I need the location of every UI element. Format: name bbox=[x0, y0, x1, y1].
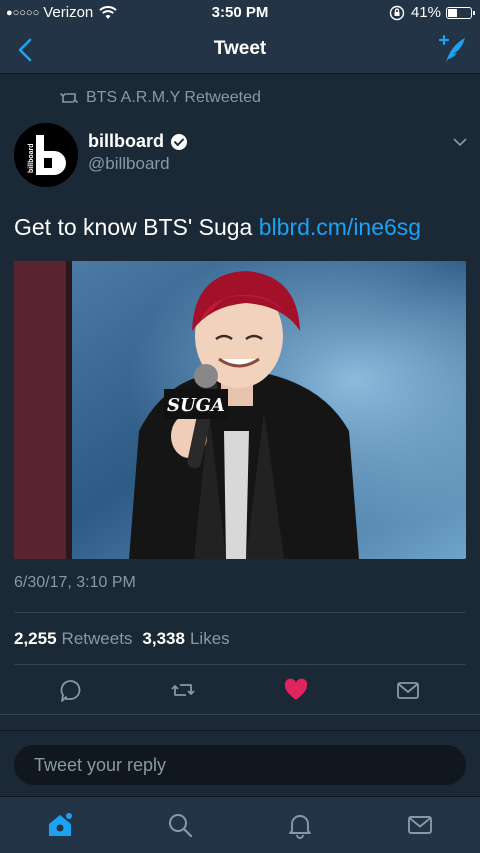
avatar-wordmark: billboard bbox=[28, 143, 35, 173]
retweet-icon bbox=[60, 92, 78, 104]
likes-count[interactable]: 3,338 bbox=[142, 629, 185, 649]
status-right: 41% bbox=[389, 4, 475, 21]
notifications-icon[interactable] bbox=[286, 811, 314, 839]
nav-bar: Tweet bbox=[0, 26, 480, 74]
retweets-count[interactable]: 2,255 bbox=[14, 629, 57, 649]
reply-button[interactable] bbox=[58, 677, 84, 703]
reply-bar bbox=[0, 730, 480, 796]
likes-label[interactable]: Likes bbox=[190, 629, 230, 649]
retweet-button[interactable] bbox=[170, 677, 196, 703]
home-icon[interactable] bbox=[46, 811, 74, 839]
tweet-text: Get to know BTS' Suga blbrd.cm/ine6sg bbox=[14, 214, 421, 241]
battery-percent: 41% bbox=[410, 4, 441, 21]
verified-badge-icon bbox=[171, 133, 187, 150]
direct-message-button[interactable] bbox=[395, 677, 421, 703]
author-name[interactable]: billboard bbox=[88, 131, 188, 152]
compose-tweet-button[interactable] bbox=[436, 34, 468, 66]
retweeted-by-label: BTS A.R.M.Y Retweeted bbox=[86, 89, 261, 106]
author-name-label: billboard bbox=[88, 131, 164, 151]
messages-icon[interactable] bbox=[406, 811, 434, 839]
reply-preview[interactable] bbox=[0, 714, 480, 730]
author-handle[interactable]: @billboard bbox=[88, 154, 170, 174]
mic-flag-text: SUGA bbox=[167, 395, 225, 416]
retweets-label[interactable]: Retweets bbox=[62, 629, 133, 649]
page-title: Tweet bbox=[213, 38, 267, 59]
tweet-timestamp: 6/30/17, 3:10 PM bbox=[14, 574, 136, 591]
like-button-heart-icon[interactable] bbox=[283, 677, 309, 703]
divider bbox=[14, 612, 466, 613]
tweet-link[interactable]: blbrd.cm/ine6sg bbox=[259, 214, 421, 240]
reply-input[interactable] bbox=[14, 745, 466, 785]
tweet-detail: BTS A.R.M.Y Retweeted billboard billboar… bbox=[0, 74, 480, 730]
tweet-media-image[interactable]: SUGA bbox=[14, 261, 466, 559]
tweet-body: Get to know BTS' Suga bbox=[14, 214, 259, 240]
tab-bar bbox=[0, 796, 480, 853]
orientation-lock-icon bbox=[389, 5, 405, 20]
avatar[interactable]: billboard bbox=[14, 123, 78, 187]
retweet-context[interactable]: BTS A.R.M.Y Retweeted bbox=[60, 89, 261, 107]
status-bar: ●○○○○ Verizon 3:50 PM 41% bbox=[0, 0, 480, 26]
search-icon[interactable] bbox=[166, 811, 194, 839]
tweet-options-chevron-down-icon[interactable] bbox=[452, 136, 468, 148]
media-photo: SUGA bbox=[14, 261, 466, 559]
divider bbox=[14, 664, 466, 665]
billboard-logo-icon: billboard bbox=[14, 123, 78, 187]
tweet-stats: 2,255 Retweets 3,338 Likes bbox=[14, 629, 240, 649]
battery-icon bbox=[446, 6, 475, 19]
